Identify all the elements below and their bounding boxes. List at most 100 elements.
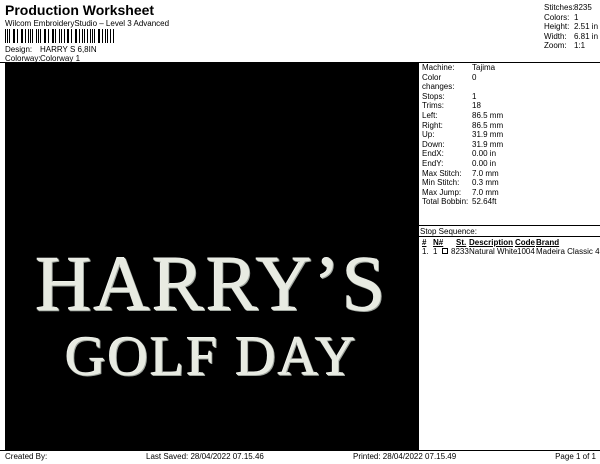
barcode-bar (16, 29, 18, 43)
barcode-bar (5, 29, 6, 43)
info-row: Up: 31.9 mm (422, 130, 503, 140)
info-label: Right: (422, 120, 443, 130)
summary-value: 6.81 in (574, 31, 599, 41)
info-row: EndX: 0.00 in (422, 149, 503, 159)
design-label: Design: (5, 45, 33, 54)
info-label: Max Stitch: (422, 168, 462, 178)
table-row: 1. 1 8233 Natural White 1004 Madeira Cla… (422, 247, 600, 257)
stop-sequence-title: Stop Sequence: (420, 227, 477, 236)
barcode-bar (60, 29, 62, 43)
summary-label: Zoom: (544, 41, 567, 51)
footer-created-by: Created By: (5, 452, 48, 461)
worksheet-title: Production Worksheet (5, 2, 155, 18)
design-preview: HARRY’S GOLF DAY (5, 63, 418, 450)
info-row: Left: 86.5 mm (422, 111, 503, 121)
row-code: 1004 (517, 247, 535, 256)
barcode-bar (35, 29, 37, 43)
summary-row: Zoom: 1:1 (544, 41, 598, 51)
info-label: Min Stitch: (422, 178, 460, 188)
barcode-bar (24, 29, 26, 43)
info-label: Stops: (422, 91, 445, 101)
info-value: 18 (472, 101, 481, 111)
summary-value: 8235 (574, 3, 592, 12)
info-row: Trims: 18 (422, 101, 503, 111)
row-brand: Madeira Classic 40 (536, 247, 600, 256)
col-header-description: Description (469, 238, 514, 247)
panel-divider (418, 62, 419, 450)
info-label: Trims: (422, 101, 444, 111)
info-label: Left: (422, 110, 438, 120)
barcode (5, 29, 115, 43)
info-value: 0.00 in (472, 158, 497, 168)
barcode-bar (68, 29, 70, 43)
row-needle: 1 (433, 247, 438, 256)
summary-value: 1:1 (574, 41, 586, 51)
design-summary: Stitches: 8235 Colors: 1 Height: 2.51 in Wi… (544, 3, 598, 51)
info-label: Color changes: (422, 72, 455, 92)
footer-divider (0, 450, 600, 451)
col-header-stitches: St. (456, 238, 467, 247)
info-label: Max Jump: (422, 187, 462, 197)
row-description: Natural White (469, 247, 518, 256)
row-num: 1. (422, 247, 429, 256)
barcode-bar (58, 29, 60, 43)
info-divider (418, 225, 600, 226)
summary-label: Stitches: (544, 3, 575, 12)
info-row: Max Jump: 7.0 mm (422, 188, 503, 198)
software-name: Wilcom EmbroideryStudio – Level 3 Advanc… (5, 19, 170, 28)
info-row: Right: 86.5 mm (422, 121, 503, 131)
info-row: EndY: 0.00 in (422, 159, 503, 169)
summary-row: Width: 6.81 in (544, 32, 598, 42)
info-label: Machine: (422, 63, 455, 72)
design-value: HARRY S 6,8IN (40, 45, 97, 54)
footer-last-saved: Last Saved: 28/04/2022 07.15.46 (146, 452, 264, 461)
summary-row: Stitches: 8235 (544, 3, 598, 13)
barcode-bar (40, 29, 41, 43)
info-value: 52.64ft (472, 197, 497, 207)
footer-page-number: Page 1 of 1 (555, 452, 596, 461)
info-value: 31.9 mm (472, 130, 504, 140)
info-value: 0 (472, 72, 477, 82)
machine-info: Machine: Tajima Color changes: 0 Stops: 1 T… (422, 63, 503, 207)
info-row: Stops: 1 (422, 92, 503, 102)
color-swatch (442, 248, 448, 254)
footer-printed: Printed: 28/04/2022 07.15.49 (353, 452, 457, 461)
design-name-line: Design: HARRY S 6,8IN (5, 45, 97, 54)
stop-sequence-divider (418, 236, 600, 237)
info-row: Color changes: 0 (422, 73, 503, 92)
summary-row: Height: 2.51 in (544, 22, 598, 32)
col-header-code: Code (515, 238, 535, 247)
info-label: EndX: (422, 149, 444, 159)
info-value: 0.00 in (472, 149, 497, 159)
summary-row: Colors: 1 (544, 13, 598, 23)
info-row: Max Stitch: 7.0 mm (422, 169, 503, 179)
info-label: EndY: (422, 158, 444, 168)
info-value: Tajima (472, 63, 496, 72)
info-row: Machine: Tajima (422, 63, 503, 73)
info-value: 0.3 mm (472, 178, 499, 188)
info-value: 1 (472, 91, 477, 101)
info-value: 86.5 mm (472, 120, 504, 130)
info-label: Total Bobbin: (422, 197, 469, 207)
info-value: 86.5 mm (472, 110, 504, 120)
summary-label: Height: (544, 22, 570, 32)
info-label: Up: (422, 130, 435, 140)
barcode-bar (97, 29, 99, 43)
barcode-bar (91, 29, 93, 43)
info-value: 7.0 mm (472, 168, 499, 178)
col-header-needle: N# (433, 238, 444, 247)
col-header-num: # (422, 238, 427, 247)
embroidery-text-line-2: GOLF DAY (65, 326, 358, 388)
embroidery-text-line-1: HARRY’S (35, 240, 388, 327)
info-row: Total Bobbin: 52.64ft (422, 197, 503, 207)
barcode-bar (76, 29, 77, 43)
info-row: Min Stitch: 0.3 mm (422, 178, 503, 188)
col-header-brand: Brand (536, 238, 560, 247)
info-label: Down: (422, 139, 445, 149)
info-value: 31.9 mm (472, 139, 504, 149)
summary-value: 2.51 in (574, 22, 599, 32)
barcode-bar (47, 29, 49, 43)
info-row: Down: 31.9 mm (422, 140, 503, 150)
barcode-bar (12, 29, 14, 43)
summary-value: 1 (574, 12, 579, 22)
